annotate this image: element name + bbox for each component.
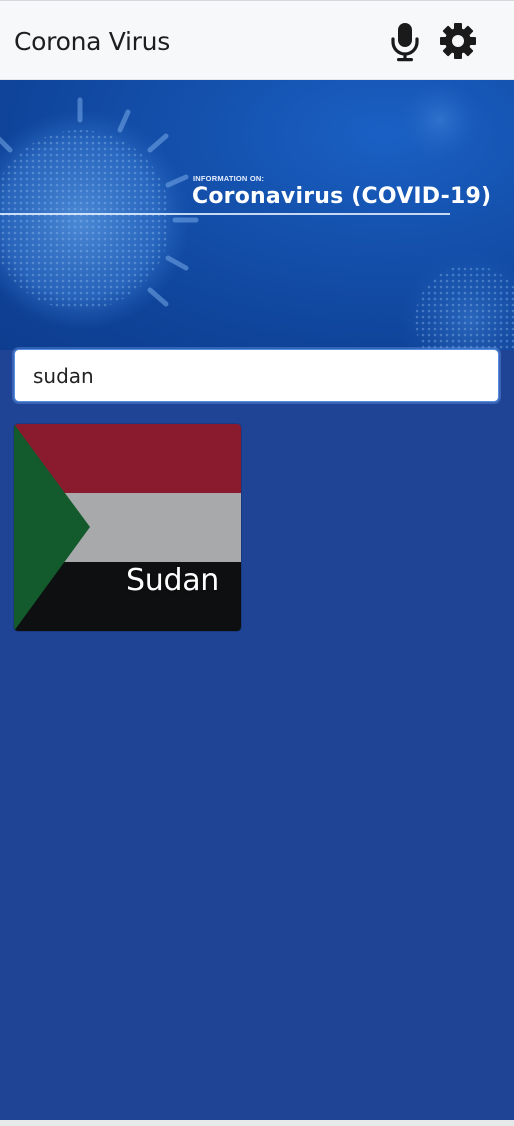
sudan-flag bbox=[14, 424, 241, 631]
gear-icon[interactable] bbox=[438, 21, 478, 61]
bottom-edge bbox=[0, 1120, 514, 1126]
country-name: Sudan bbox=[126, 563, 219, 598]
covid-banner: INFORMATION ON: Coronavirus (COVID-19) bbox=[0, 80, 514, 350]
app-title[interactable]: Corona Virus bbox=[14, 27, 170, 56]
country-search-input[interactable] bbox=[14, 349, 499, 402]
country-card-sudan[interactable]: Sudan bbox=[14, 424, 241, 631]
banner-title: Coronavirus (COVID-19) bbox=[192, 184, 492, 209]
top-navbar: Corona Virus bbox=[0, 0, 514, 80]
banner-kicker: INFORMATION ON: bbox=[193, 174, 265, 183]
microphone-icon[interactable] bbox=[388, 21, 422, 63]
banner-divider bbox=[0, 213, 450, 215]
virus-illustration bbox=[0, 80, 514, 350]
